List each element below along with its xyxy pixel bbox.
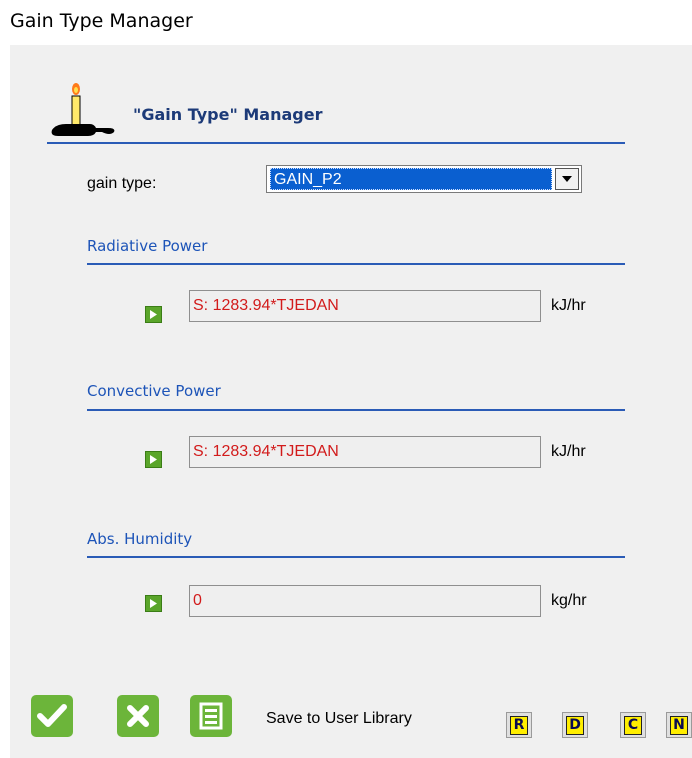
cancel-button[interactable] [117, 695, 159, 737]
gain-type-dropdown[interactable]: GAIN_P2 [266, 165, 582, 193]
header-divider [47, 142, 625, 144]
save-button[interactable] [190, 695, 232, 737]
convective-power-section-title: Convective Power [87, 382, 221, 400]
gain-type-manager-panel: "Gain Type" Manager gain type: GAIN_P2 R… [10, 45, 692, 758]
abs-humidity-field[interactable]: 0 [189, 585, 541, 617]
radiative-power-unit: kJ/hr [551, 297, 586, 314]
gain-type-selected-value: GAIN_P2 [270, 168, 552, 190]
library-button-n[interactable]: N [666, 712, 692, 738]
ok-button[interactable] [31, 695, 73, 737]
library-button-d[interactable]: D [562, 712, 588, 738]
window-title: Gain Type Manager [10, 10, 193, 32]
play-icon [150, 310, 157, 319]
radiative-power-play-button[interactable] [145, 306, 162, 323]
play-icon [150, 455, 157, 464]
abs-humidity-divider [87, 556, 625, 558]
close-icon [127, 705, 149, 727]
library-button-r[interactable]: R [506, 712, 532, 738]
candle-icon [51, 83, 115, 136]
gain-type-label: gain type: [87, 175, 157, 192]
library-button-c-label: C [624, 715, 642, 735]
save-to-user-library-label: Save to User Library [266, 710, 412, 727]
convective-power-divider [87, 409, 625, 411]
convective-power-play-button[interactable] [145, 451, 162, 468]
abs-humidity-section-title: Abs. Humidity [87, 530, 193, 548]
convective-power-field[interactable]: S: 1283.94*TJEDAN [189, 436, 541, 468]
radiative-power-field[interactable]: S: 1283.94*TJEDAN [189, 290, 541, 322]
radiative-power-divider [87, 263, 625, 265]
radiative-power-section-title: Radiative Power [87, 237, 208, 255]
header-title: "Gain Type" Manager [133, 105, 323, 124]
save-icon [199, 702, 223, 730]
checkmark-icon [37, 704, 67, 727]
abs-humidity-play-button[interactable] [145, 595, 162, 612]
convective-power-unit: kJ/hr [551, 443, 586, 460]
library-button-r-label: R [510, 715, 528, 735]
chevron-down-icon[interactable] [555, 168, 579, 190]
library-button-n-label: N [670, 715, 688, 735]
library-button-c[interactable]: C [620, 712, 646, 738]
abs-humidity-unit: kg/hr [551, 592, 587, 609]
play-icon [150, 599, 157, 608]
library-button-d-label: D [566, 715, 584, 735]
